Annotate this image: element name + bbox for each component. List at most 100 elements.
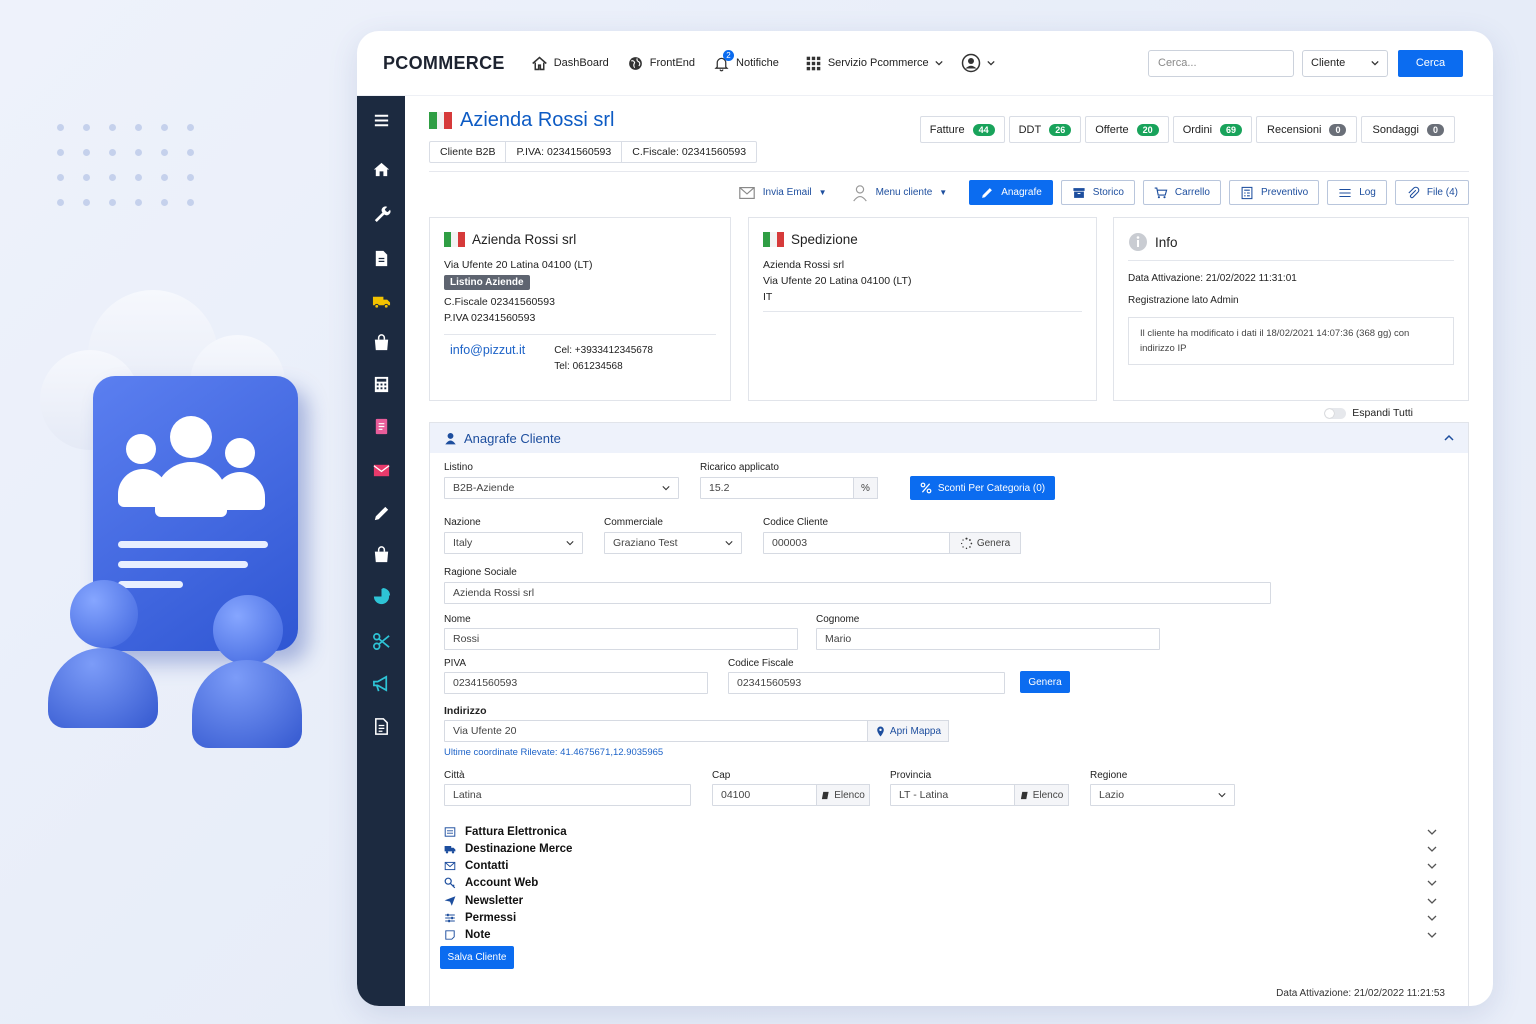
sidebar-scissors-icon[interactable]: [371, 631, 391, 651]
sidebar-home-icon[interactable]: [371, 159, 391, 179]
regione-label: Regione: [1090, 770, 1128, 781]
codice-fiscale-input[interactable]: 02341560593: [728, 672, 1005, 694]
form-header[interactable]: Anagrafe Cliente: [430, 423, 1468, 453]
section-fattura-elettronica[interactable]: Fattura Elettronica: [444, 823, 1446, 840]
sidebar-shopping-bag-icon[interactable]: [371, 544, 391, 564]
sidebar-file-text-icon[interactable]: [371, 716, 391, 736]
customer-menu-button[interactable]: Menu cliente ▼: [843, 184, 956, 202]
search-input[interactable]: Cerca...: [1148, 49, 1294, 77]
chevron-up-icon[interactable]: [1444, 433, 1454, 443]
log-button[interactable]: Log: [1327, 180, 1387, 205]
count-ddt[interactable]: DDT 26: [1008, 116, 1082, 143]
codice-cliente-label: Codice Cliente: [763, 517, 829, 528]
regione-select[interactable]: Lazio: [1090, 784, 1235, 806]
sconti-button[interactable]: Sconti Per Categoria (0): [910, 476, 1055, 500]
piva-input[interactable]: 02341560593: [444, 672, 708, 694]
cognome-input[interactable]: Mario: [816, 628, 1160, 650]
cap-input[interactable]: 04100: [712, 784, 817, 806]
envelope-icon: [444, 861, 456, 870]
section-destinazione-merce[interactable]: Destinazione Merce: [444, 840, 1446, 857]
sidebar-pencil-icon[interactable]: [371, 503, 391, 523]
decorative-dots: [57, 124, 195, 206]
nav-dashboard[interactable]: DashBoard: [531, 55, 609, 72]
count-ordini[interactable]: Ordini 69: [1172, 116, 1253, 143]
commerciale-select[interactable]: Graziano Test: [604, 532, 742, 554]
sidebar-mail-icon[interactable]: [371, 460, 391, 480]
genera-cf-button[interactable]: Genera: [1020, 671, 1070, 693]
indirizzo-input[interactable]: Via Ufente 20: [444, 720, 868, 742]
count-sondaggi[interactable]: Sondaggi 0: [1361, 116, 1455, 143]
provincia-label: Provincia: [890, 770, 932, 781]
nav-frontend[interactable]: FrontEnd: [627, 55, 695, 72]
codice-cliente-input[interactable]: 000003: [763, 532, 950, 554]
sidebar-wrench-icon[interactable]: [371, 203, 391, 223]
preventivo-button[interactable]: Preventivo: [1228, 180, 1320, 205]
anagrafe-button[interactable]: Anagrafe: [969, 180, 1053, 205]
nav-notifiche[interactable]: 2 Notifiche: [713, 49, 779, 72]
spinner-icon: [960, 537, 973, 549]
ragione-sociale-label: Ragione Sociale: [444, 567, 517, 578]
regione-value: Lazio: [1099, 789, 1125, 801]
chevron-down-icon: [1427, 846, 1437, 852]
ragione-sociale-input[interactable]: Azienda Rossi srl: [444, 582, 1271, 604]
sidebar-bag-icon[interactable]: [371, 332, 391, 352]
provincia-elenco-button[interactable]: Elenco: [1014, 784, 1069, 806]
count-fatture[interactable]: Fatture 44: [919, 116, 1005, 143]
globe-icon: [628, 56, 642, 70]
search-button[interactable]: Cerca: [1398, 49, 1463, 77]
ricarico-input[interactable]: 15.2: [700, 477, 854, 499]
billing-email-link[interactable]: info@pizzut.it: [450, 343, 525, 375]
italy-flag-icon: [429, 112, 453, 129]
piva-label: PIVA: [444, 658, 467, 669]
section-newsletter[interactable]: Newsletter: [444, 892, 1446, 909]
citta-input[interactable]: Latina: [444, 784, 691, 806]
shipping-header: Spedizione: [763, 232, 1082, 247]
expand-all-toggle[interactable]: [1324, 407, 1347, 419]
section-contatti[interactable]: Contatti: [444, 857, 1446, 874]
user-menu[interactable]: [961, 53, 995, 73]
carrello-button[interactable]: Carrello: [1142, 180, 1221, 205]
info-registration: Registrazione lato Admin: [1128, 295, 1239, 306]
shipping-panel: Spedizione Azienda Rossi srl Via Ufente …: [748, 217, 1097, 401]
section-permessi[interactable]: Permessi: [444, 909, 1446, 926]
sidebar-truck-icon[interactable]: [371, 291, 391, 311]
italy-flag-icon: [444, 232, 465, 247]
billing-panel: Azienda Rossi srl Via Ufente 20 Latina 0…: [429, 217, 731, 401]
sidebar-receipt-icon[interactable]: [371, 416, 391, 436]
divider: [763, 311, 1082, 312]
storico-button[interactable]: Storico: [1060, 180, 1135, 205]
count-recensioni[interactable]: Recensioni 0: [1256, 116, 1358, 143]
search-scope-select[interactable]: Cliente: [1302, 49, 1388, 77]
count-offerte[interactable]: Offerte 20: [1085, 116, 1169, 143]
apri-mappa-button[interactable]: Apri Mappa: [867, 720, 949, 742]
expand-all[interactable]: Espandi Tutti: [1324, 407, 1413, 419]
sliders-icon: [445, 913, 455, 922]
genera-codice-button[interactable]: Genera: [949, 532, 1021, 554]
map-pin-icon: [877, 726, 884, 736]
menu-toggle-icon[interactable]: [371, 110, 391, 130]
section-account-web[interactable]: Account Web: [444, 874, 1446, 891]
section-note[interactable]: Note: [444, 926, 1446, 943]
send-email-button[interactable]: Invia Email ▼: [730, 184, 835, 202]
chevron-down-icon: [662, 486, 670, 491]
listino-select[interactable]: B2B-Aziende: [444, 477, 679, 499]
save-customer-button[interactable]: Salva Cliente: [440, 946, 514, 969]
sidebar-calculator-icon[interactable]: [371, 374, 391, 394]
sidebar-megaphone-icon[interactable]: [371, 673, 391, 693]
cap-elenco-button[interactable]: Elenco: [816, 784, 870, 806]
nome-input[interactable]: Rossi: [444, 628, 798, 650]
italy-flag-icon: [763, 232, 784, 247]
file-button[interactable]: File (4): [1394, 180, 1469, 205]
sidebar-pie-chart-icon[interactable]: [371, 586, 391, 606]
sidebar-document-icon[interactable]: [371, 248, 391, 268]
percent-icon: [920, 482, 932, 494]
provincia-input[interactable]: LT - Latina: [890, 784, 1015, 806]
cap-label: Cap: [712, 770, 731, 781]
nav-servizio[interactable]: Servizio Pcommerce: [805, 55, 943, 72]
count-label: Recensioni: [1267, 123, 1322, 136]
nav-notifiche-label: Notifiche: [736, 57, 779, 69]
billing-name: Azienda Rossi srl: [472, 232, 577, 247]
nazione-select[interactable]: Italy: [444, 532, 583, 554]
send-email-label: Invia Email: [762, 187, 812, 198]
info-icon: [1129, 233, 1147, 251]
